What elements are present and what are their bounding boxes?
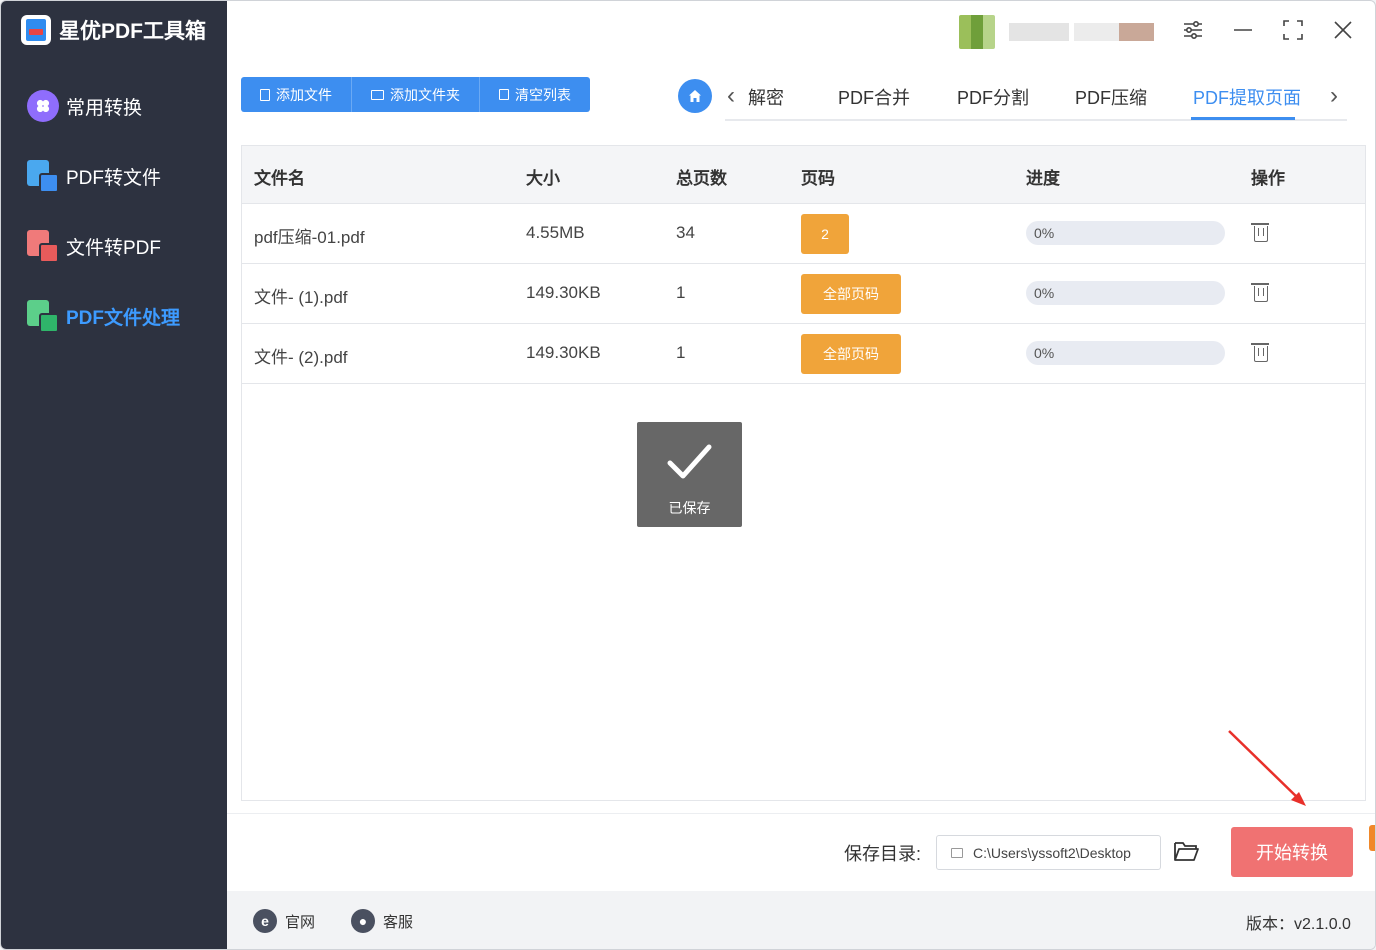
file-to-pdf-icon	[27, 230, 60, 263]
clear-list-button[interactable]: 清空列表	[480, 77, 590, 112]
page-count: 34	[676, 223, 695, 242]
file-size: 4.55MB	[526, 223, 585, 242]
website-link[interactable]: e 官网	[253, 909, 315, 933]
output-bar	[227, 813, 1375, 891]
support-label: 客服	[383, 913, 414, 931]
tab-pdf-extract-pages[interactable]: PDF提取页面	[1193, 84, 1301, 110]
column-header-name: 文件名	[254, 169, 305, 188]
save-dir-path: C:\Users\yssoft2\Desktop	[973, 844, 1131, 861]
tab-decrypt[interactable]: 解密	[748, 84, 784, 110]
app-logo-icon	[21, 15, 51, 45]
delete-icon[interactable]	[1251, 343, 1269, 362]
column-header-progress: 进度	[1026, 169, 1060, 188]
minimize-icon[interactable]	[1231, 19, 1255, 43]
pdf-to-file-icon	[27, 160, 60, 193]
file-size: 149.30KB	[526, 283, 601, 302]
fullscreen-icon[interactable]	[1281, 19, 1305, 43]
table-row[interactable]: 文件- (1).pdf 149.30KB 1 全部页码 0%	[242, 264, 1365, 324]
support-link[interactable]: ● 客服	[351, 909, 413, 933]
file-name: 文件- (1).pdf	[254, 288, 348, 307]
active-tab-indicator	[1191, 117, 1295, 120]
toast-text: 已保存	[668, 500, 711, 516]
progress-bar: 0%	[1026, 341, 1225, 365]
app-logo: 星优PDF工具箱	[21, 15, 206, 45]
page-count: 1	[676, 343, 686, 362]
table-row[interactable]: pdf压缩-01.pdf 4.55MB 34 2 0%	[242, 204, 1365, 264]
sidebar-item-label: PDF转文件	[66, 168, 162, 189]
page-count: 1	[676, 283, 686, 302]
add-file-button[interactable]: 添加文件	[241, 77, 352, 112]
column-header-action: 操作	[1251, 169, 1285, 188]
progress-text: 0%	[1034, 225, 1055, 241]
version-text: 版本：v2.1.0.0	[1246, 916, 1351, 933]
start-convert-button[interactable]: 开始转换	[1231, 827, 1353, 877]
user-info[interactable]	[959, 15, 1154, 49]
pdf-process-icon	[27, 300, 60, 333]
browser-icon: e	[253, 909, 277, 933]
tabs-prev-arrow-icon[interactable]: ‹	[727, 81, 735, 111]
progress-bar: 0%	[1026, 221, 1225, 245]
table-row[interactable]: 文件- (2).pdf 149.30KB 1 全部页码 0%	[242, 324, 1365, 384]
page-code-button[interactable]: 2	[801, 214, 849, 254]
avatar	[959, 15, 995, 49]
tabs-next-arrow-icon[interactable]: ›	[1330, 81, 1338, 111]
column-header-pages: 总页数	[676, 169, 727, 188]
file-size: 149.30KB	[526, 343, 601, 362]
checkmark-icon	[667, 444, 712, 479]
tab-pdf-merge[interactable]: PDF合并	[838, 84, 910, 110]
tab-pdf-compress[interactable]: PDF压缩	[1075, 84, 1147, 110]
sidebar-item-pdf-to-file[interactable]: PDF转文件	[27, 160, 161, 193]
sidebar: 星优PDF工具箱 常用转换 PDF转文件 文件转PDF PDF文件处理	[1, 1, 227, 949]
folder-icon	[951, 847, 963, 858]
file-icon	[260, 88, 270, 101]
trash-icon	[499, 89, 509, 100]
side-float-tab[interactable]	[1369, 825, 1375, 851]
add-folder-label: 添加文件夹	[390, 86, 460, 103]
annotation-arrow-icon	[1228, 730, 1306, 806]
username-blur	[1009, 23, 1069, 41]
file-toolbar: 添加文件 添加文件夹 清空列表	[241, 77, 590, 112]
add-folder-button[interactable]: 添加文件夹	[352, 77, 480, 112]
add-file-label: 添加文件	[276, 86, 332, 103]
home-button[interactable]	[678, 79, 712, 113]
app-window: 星优PDF工具箱 常用转换 PDF转文件 文件转PDF PDF文件处理 添加文件…	[0, 0, 1376, 950]
chat-icon: ●	[351, 909, 375, 933]
save-dir-label: 保存目录:	[844, 844, 922, 864]
progress-text: 0%	[1034, 285, 1055, 301]
progress-bar: 0%	[1026, 281, 1225, 305]
save-dir-field[interactable]: C:\Users\yssoft2\Desktop	[936, 835, 1161, 870]
saved-toast: 已保存	[637, 422, 742, 527]
settings-sliders-icon[interactable]	[1181, 19, 1205, 43]
app-title: 星优PDF工具箱	[59, 20, 206, 43]
sidebar-item-label: 常用转换	[66, 98, 143, 119]
folder-icon	[371, 89, 384, 100]
sidebar-item-label: PDF文件处理	[66, 308, 181, 329]
file-name: 文件- (2).pdf	[254, 348, 348, 367]
open-folder-icon[interactable]	[1173, 839, 1200, 863]
grid-circle-icon	[27, 90, 60, 123]
username-blur	[1119, 23, 1154, 41]
column-header-size: 大小	[526, 169, 560, 188]
column-header-page-code: 页码	[801, 169, 835, 188]
sidebar-item-common-convert[interactable]: 常用转换	[27, 90, 142, 123]
page-code-button[interactable]: 全部页码	[801, 334, 901, 374]
close-icon[interactable]	[1331, 19, 1355, 43]
sidebar-item-label: 文件转PDF	[66, 238, 162, 259]
file-table: 文件名 大小 总页数 页码 进度 操作 pdf压缩-01.pdf 4.55MB …	[241, 145, 1366, 801]
clear-list-label: 清空列表	[515, 86, 571, 103]
tab-pdf-split[interactable]: PDF分割	[957, 84, 1029, 110]
table-header: 文件名 大小 总页数 页码 进度 操作	[242, 146, 1365, 204]
delete-icon[interactable]	[1251, 283, 1269, 302]
progress-text: 0%	[1034, 345, 1055, 361]
username-blur	[1074, 23, 1119, 41]
sidebar-item-pdf-process[interactable]: PDF文件处理	[27, 300, 180, 333]
page-code-button[interactable]: 全部页码	[801, 274, 901, 314]
file-name: pdf压缩-01.pdf	[254, 228, 365, 247]
delete-icon[interactable]	[1251, 223, 1269, 242]
website-label: 官网	[285, 913, 316, 931]
home-icon	[689, 90, 701, 102]
sidebar-item-file-to-pdf[interactable]: 文件转PDF	[27, 230, 161, 263]
